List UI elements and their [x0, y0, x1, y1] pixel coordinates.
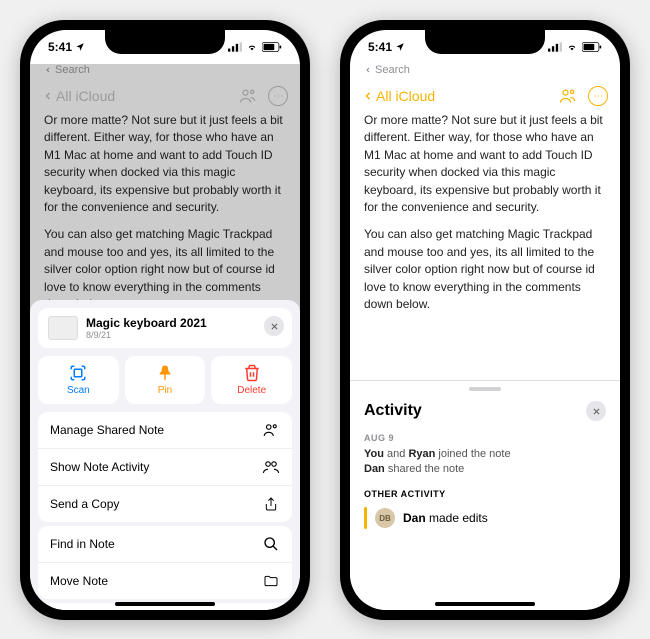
activity-date: AUG 9: [364, 433, 606, 443]
signal-icon: [228, 42, 242, 52]
menu-manage-shared[interactable]: Manage Shared Note: [38, 412, 292, 449]
activity-panel: Activity AUG 9 You and Ryan joined the n…: [350, 380, 620, 610]
back-label: All iCloud: [376, 88, 435, 104]
activity-title: Activity: [364, 402, 422, 420]
pin-icon: [156, 364, 174, 382]
sheet-title: Magic keyboard 2021: [86, 316, 207, 330]
avatar: DB: [375, 508, 395, 528]
scan-button[interactable]: Scan: [38, 356, 119, 404]
sheet-subtitle: 8/9/21: [86, 330, 207, 340]
menu-show-activity[interactable]: Show Note Activity: [38, 449, 292, 486]
chevron-left-icon: [42, 88, 54, 104]
close-icon: [270, 322, 279, 331]
chevron-left-icon: [364, 66, 372, 74]
delete-button[interactable]: Delete: [211, 356, 292, 404]
note-paragraph: Or more matte? Not sure but it just feel…: [44, 112, 286, 216]
back-button[interactable]: All iCloud: [42, 88, 115, 104]
sheet-header: Magic keyboard 2021 8/9/21: [38, 308, 292, 348]
chevron-left-icon: [44, 66, 52, 74]
location-icon: [395, 42, 405, 52]
more-icon[interactable]: ⋯: [588, 86, 608, 106]
activity-entry: Dan shared the note: [364, 463, 606, 475]
status-time: 5:41: [368, 40, 392, 54]
home-indicator[interactable]: [115, 602, 215, 606]
back-button[interactable]: All iCloud: [362, 88, 435, 104]
wifi-icon: [565, 42, 579, 52]
close-button[interactable]: [264, 316, 284, 336]
collaborate-icon[interactable]: [238, 86, 258, 106]
note-paragraph: You can also get matching Magic Trackpad…: [364, 226, 606, 313]
scan-icon: [69, 364, 87, 382]
search-icon: [262, 535, 280, 553]
more-icon[interactable]: ⋯: [268, 86, 288, 106]
nav-bar: All iCloud ⋯: [350, 80, 620, 112]
status-time: 5:41: [48, 40, 72, 54]
action-sheet: Magic keyboard 2021 8/9/21 Scan Pin: [30, 300, 300, 610]
search-field[interactable]: Search: [44, 64, 286, 76]
battery-icon: [262, 42, 282, 52]
wifi-icon: [245, 42, 259, 52]
close-button[interactable]: [586, 401, 606, 421]
folder-icon: [262, 572, 280, 590]
pin-button[interactable]: Pin: [125, 356, 206, 404]
collaborate-icon: [262, 421, 280, 439]
trash-icon: [243, 364, 261, 382]
note-paragraph: Or more matte? Not sure but it just feel…: [364, 112, 606, 216]
menu-find[interactable]: Find in Note: [38, 526, 292, 563]
activity-edit-entry[interactable]: DB Dan made edits: [364, 507, 606, 529]
activity-section: OTHER ACTIVITY: [364, 489, 606, 499]
collaborate-icon[interactable]: [558, 86, 578, 106]
location-icon: [75, 42, 85, 52]
home-indicator[interactable]: [435, 602, 535, 606]
highlight-bar: [364, 507, 367, 529]
note-thumbnail: [48, 316, 78, 340]
nav-bar: All iCloud ⋯: [30, 80, 300, 112]
share-icon: [262, 495, 280, 513]
people-icon: [262, 458, 280, 476]
back-label: All iCloud: [56, 88, 115, 104]
close-icon: [592, 407, 601, 416]
signal-icon: [548, 42, 562, 52]
drag-handle[interactable]: [469, 387, 501, 391]
battery-icon: [582, 42, 602, 52]
search-field[interactable]: Search: [364, 64, 606, 76]
chevron-left-icon: [362, 88, 374, 104]
menu-move[interactable]: Move Note: [38, 563, 292, 599]
menu-send-copy[interactable]: Send a Copy: [38, 486, 292, 522]
activity-entry: You and Ryan joined the note: [364, 448, 606, 460]
